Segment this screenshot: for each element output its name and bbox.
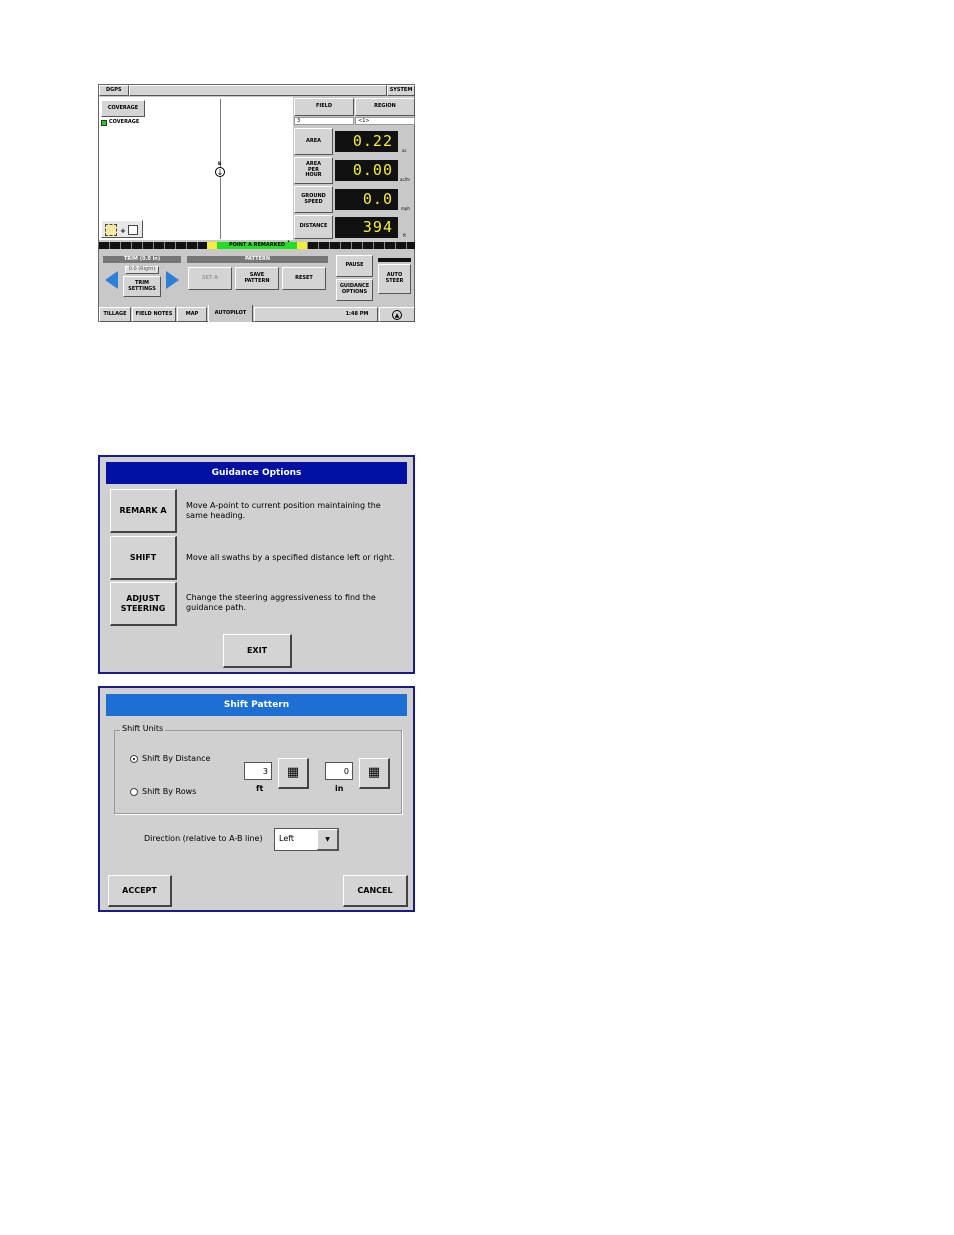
direction-label: Direction (relative to A-B line) [144, 834, 263, 843]
field-button[interactable]: FIELD [294, 98, 354, 116]
distance-label: DISTANCE [294, 215, 333, 239]
guidance-options-button[interactable]: GUIDANCE OPTIONS [336, 279, 373, 301]
pause-button[interactable]: PAUSE [336, 255, 373, 277]
trim-settings-button[interactable]: TRIM SETTINGS [123, 276, 161, 297]
marker-b-label: B [218, 161, 222, 166]
shift-button[interactable]: SHIFT [110, 536, 177, 580]
status-strip-yellow-right [297, 242, 307, 249]
steering-wheel-button[interactable]: ▲ [379, 307, 415, 322]
coverage-legend-swatch [101, 120, 107, 126]
clock: 1:48 PM [345, 310, 369, 317]
accept-button[interactable]: ACCEPT [108, 875, 172, 907]
region-value: <1> [355, 117, 415, 125]
remark-a-button[interactable]: REMARK A [110, 489, 177, 533]
shift-units-label: Shift Units [120, 724, 166, 733]
guidance-options-dialog: Guidance Options REMARK A Move A-point t… [98, 455, 415, 674]
area-per-hour-unit: ac/hr [400, 177, 411, 182]
tab-autopilot[interactable]: AUTOPILOT [208, 305, 253, 322]
top-bar-spacer [129, 85, 387, 96]
direction-selected-value: Left [279, 834, 295, 843]
distance-readout: 394 [335, 217, 398, 238]
tab-map[interactable]: MAP [177, 307, 207, 322]
ground-speed-readout: 0.0 [335, 189, 398, 210]
ground-speed-label: GROUND SPEED [294, 186, 333, 213]
area-per-hour-readout: 0.00 [335, 160, 398, 181]
calculator-icon: ▦ [367, 765, 381, 781]
set-a-button[interactable]: SET A [188, 267, 232, 290]
shift-in-input[interactable] [325, 762, 353, 780]
region-button[interactable]: REGION [355, 98, 415, 116]
area-unit: ac [402, 148, 407, 153]
dgps-tab[interactable]: DGPS [99, 85, 129, 96]
steering-wheel-icon: ▲ [392, 310, 402, 320]
tab-tillage[interactable]: TILLAGE [99, 307, 131, 322]
chevron-down-icon: ▼ [325, 836, 330, 843]
map-area[interactable]: COVERAGE COVERAGE B ↓ A + [99, 97, 293, 245]
shift-by-rows-radio[interactable] [130, 788, 138, 796]
vehicle-arrow-icon: ↓ [215, 167, 225, 177]
zoom-tool-icon[interactable]: + [101, 220, 143, 238]
shift-by-distance-label: Shift By Distance [142, 754, 211, 763]
guidance-options-title: Guidance Options [106, 462, 407, 484]
auto-steer-indicator [378, 258, 411, 262]
status-strip-yellow-left [207, 242, 217, 249]
direction-dropdown-button[interactable]: ▼ [317, 829, 338, 850]
area-per-hour-label: AREA PER HOUR [294, 157, 333, 184]
auto-steer-button[interactable]: AUTO STEER [378, 264, 411, 294]
coverage-button[interactable]: COVERAGE [101, 100, 145, 117]
cancel-button[interactable]: CANCEL [343, 875, 408, 907]
area-readout: 0.22 [335, 131, 398, 152]
distance-unit: ft [403, 233, 406, 238]
trim-header: TRIM (0.0 in) [103, 256, 181, 263]
shift-by-distance-radio[interactable] [130, 755, 138, 763]
pattern-header: PATTERN [187, 256, 328, 263]
field-value: 3 [294, 117, 354, 125]
status-banner: POINT A REMARKED [217, 242, 297, 249]
tab-field-notes[interactable]: FIELD NOTES [132, 307, 176, 322]
trim-left-icon[interactable] [105, 271, 118, 289]
shift-by-rows-label: Shift By Rows [142, 787, 197, 796]
area-label: AREA [294, 128, 333, 155]
autopilot-screen: DGPS SYSTEM COVERAGE COVERAGE B ↓ A + FI… [98, 84, 415, 322]
system-tab[interactable]: SYSTEM [387, 85, 415, 96]
coverage-legend-label: COVERAGE [109, 119, 140, 125]
in-calculator-button[interactable]: ▦ [359, 758, 390, 789]
shift-ft-input[interactable] [244, 762, 272, 780]
trim-right-icon[interactable] [166, 271, 179, 289]
adjust-steering-description: Change the steering aggressiveness to fi… [186, 593, 376, 612]
exit-button[interactable]: EXIT [223, 634, 292, 668]
direction-select[interactable]: Left ▼ [274, 828, 339, 851]
in-label: in [335, 784, 344, 793]
shift-pattern-dialog: Shift Pattern Shift Units Shift By Dista… [98, 686, 415, 912]
ft-label: ft [256, 784, 264, 793]
trim-value: 0.0 (Right) [125, 266, 159, 274]
calculator-icon: ▦ [286, 765, 300, 781]
remark-a-description: Move A-point to current position maintai… [186, 501, 381, 520]
adjust-steering-button[interactable]: ADJUST STEERING [110, 582, 177, 626]
shift-pattern-title: Shift Pattern [106, 694, 407, 716]
reset-button[interactable]: RESET [282, 267, 326, 290]
shift-description: Move all swaths by a specified distance … [186, 553, 395, 562]
save-pattern-button[interactable]: SAVE PATTERN [235, 267, 279, 290]
ground-speed-unit: mph [401, 206, 410, 211]
ft-calculator-button[interactable]: ▦ [278, 758, 309, 789]
